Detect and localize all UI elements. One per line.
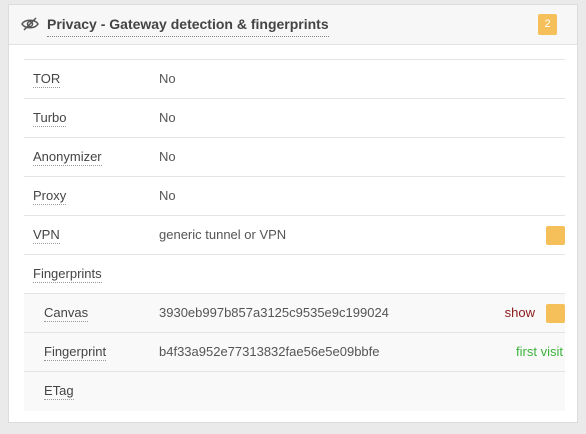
row-label-fingerprint[interactable]: Fingerprint [44, 344, 107, 361]
row-value-fingerprint: b4f33a952e77313832fae56e5e09bbfe [159, 344, 380, 359]
row-value-anonymizer: No [159, 149, 176, 164]
eye-slash-icon [21, 17, 39, 31]
row-label-vpn[interactable]: VPN [33, 227, 60, 244]
table-row-proxy: Proxy No [24, 177, 565, 216]
privacy-table: TOR No Turbo No Anonymizer No Proxy No V… [24, 59, 565, 411]
table-row-vpn: VPN generic tunnel or VPN [24, 216, 565, 255]
warning-flag-icon [546, 226, 565, 245]
row-value-canvas: 3930eb997b857a3125c9535e9c199024 [159, 305, 389, 320]
count-badge: 2 [538, 14, 557, 35]
row-label-proxy[interactable]: Proxy [33, 188, 67, 205]
row-label-anonymizer[interactable]: Anonymizer [33, 149, 102, 166]
row-value-proxy: No [159, 188, 176, 203]
privacy-panel: Privacy - Gateway detection & fingerprin… [8, 4, 578, 423]
warning-flag-icon [546, 304, 565, 323]
panel-title[interactable]: Privacy - Gateway detection & fingerprin… [47, 15, 329, 37]
row-label-etag[interactable]: ETag [44, 383, 74, 400]
table-row-anonymizer: Anonymizer No [24, 138, 565, 177]
row-value-turbo: No [159, 110, 176, 125]
row-label-canvas[interactable]: Canvas [44, 305, 89, 322]
row-label-turbo[interactable]: Turbo [33, 110, 67, 127]
first-visit-status: first visit [516, 344, 563, 359]
table-row-etag: ETag [24, 372, 565, 411]
row-value-tor: No [159, 71, 176, 86]
row-value-vpn: generic tunnel or VPN [159, 227, 287, 242]
table-row-tor: TOR No [24, 60, 565, 99]
row-label-fingerprints[interactable]: Fingerprints [33, 266, 102, 283]
row-label-tor[interactable]: TOR [33, 71, 61, 88]
table-row-fingerprint: Fingerprint b4f33a952e77313832fae56e5e09… [24, 333, 565, 372]
table-row-turbo: Turbo No [24, 99, 565, 138]
show-canvas-link[interactable]: show [505, 305, 535, 321]
table-row-fingerprints: Fingerprints [24, 255, 565, 294]
panel-header: Privacy - Gateway detection & fingerprin… [9, 5, 577, 45]
table-row-canvas: Canvas 3930eb997b857a3125c9535e9c199024 … [24, 294, 565, 333]
